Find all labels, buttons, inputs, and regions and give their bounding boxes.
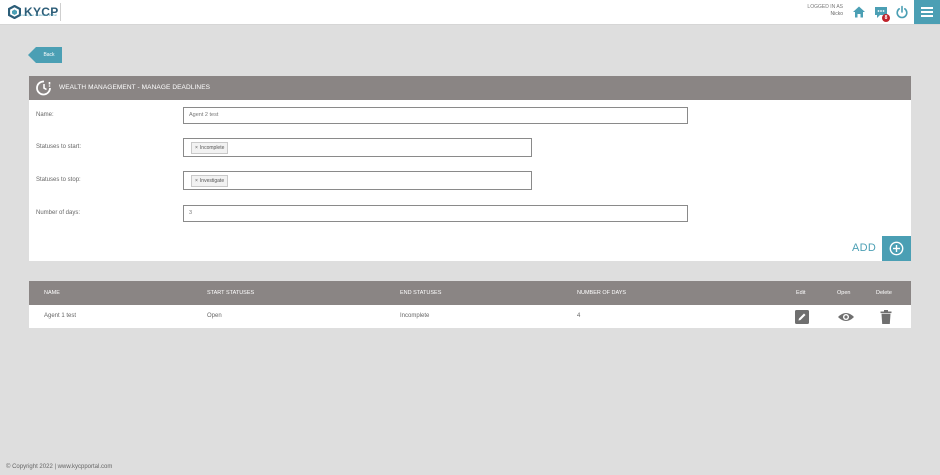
column-header-number-of-days: NUMBER OF DAYS xyxy=(577,290,627,296)
eye-icon[interactable] xyxy=(837,311,855,323)
name-input[interactable]: Agent 2 test xyxy=(183,107,688,124)
cell-start-statuses: Open xyxy=(207,313,222,319)
status-tag-label: Incomplete xyxy=(199,145,225,151)
number-of-days-label: Number of days: xyxy=(36,210,81,216)
logo-tagline: Know your Customer Portal xyxy=(20,13,57,17)
column-header-end-statuses: END STATUSES xyxy=(400,290,442,296)
number-of-days-input[interactable]: 3 xyxy=(183,205,688,222)
home-icon[interactable] xyxy=(852,5,866,19)
cell-end-statuses: Incomplete xyxy=(400,313,430,319)
edit-icon[interactable] xyxy=(795,310,809,324)
statuses-stop-select[interactable]: × Investigate xyxy=(183,171,532,190)
tag-remove-icon[interactable]: × xyxy=(195,178,198,184)
add-label[interactable]: ADD xyxy=(852,242,876,254)
logged-in-info: LOGGED IN AS Nicko xyxy=(807,4,843,18)
manage-deadlines-panel: WEALTH MANAGEMENT - MANAGE DEADLINES Nam… xyxy=(29,76,911,261)
logged-in-label: LOGGED IN AS xyxy=(807,4,843,10)
add-button[interactable] xyxy=(882,236,911,261)
header-divider xyxy=(60,3,61,21)
plus-circle-icon xyxy=(889,241,904,256)
number-of-days-value: 3 xyxy=(189,210,193,216)
statuses-start-label: Statuses to start: xyxy=(36,144,82,150)
name-label: Name: xyxy=(36,112,54,118)
deadlines-table: NAME START STATUSES END STATUSES NUMBER … xyxy=(29,281,911,328)
hamburger-menu-icon[interactable] xyxy=(914,0,940,24)
kycp-logo[interactable]: KYCP xyxy=(8,3,59,21)
chat-icon[interactable]: 8 xyxy=(874,5,890,22)
statuses-start-select[interactable]: × Incomplete xyxy=(183,138,532,157)
tag-remove-icon[interactable]: × xyxy=(195,145,198,151)
footer-copyright: © Copyright 2022 | www.kycpportal.com xyxy=(6,464,113,470)
notification-badge: 8 xyxy=(882,14,890,22)
status-tag-label: Investigate xyxy=(199,178,225,184)
status-tag: × Investigate xyxy=(191,175,229,187)
column-header-open: Open xyxy=(837,290,851,296)
cell-name: Agent 1 test xyxy=(44,313,77,319)
panel-title: WEALTH MANAGEMENT - MANAGE DEADLINES xyxy=(59,84,211,91)
column-header-delete: Delete xyxy=(876,290,892,296)
panel-header: WEALTH MANAGEMENT - MANAGE DEADLINES xyxy=(29,76,911,100)
top-bar: KYCP Know your Customer Portal LOGGED IN… xyxy=(0,0,940,25)
column-header-edit: Edit xyxy=(796,290,806,296)
table-header: NAME START STATUSES END STATUSES NUMBER … xyxy=(29,281,911,305)
power-icon[interactable] xyxy=(895,5,909,19)
trash-icon[interactable] xyxy=(880,310,892,324)
column-header-start-statuses: START STATUSES xyxy=(207,290,255,296)
column-header-name: NAME xyxy=(44,290,60,296)
statuses-stop-label: Statuses to stop: xyxy=(36,177,81,183)
name-input-value: Agent 2 test xyxy=(189,112,219,118)
back-button[interactable]: Back xyxy=(28,47,62,63)
username: Nicko xyxy=(830,11,843,17)
clock-icon xyxy=(36,80,51,96)
status-tag: × Incomplete xyxy=(191,142,229,154)
cell-number-of-days: 4 xyxy=(577,313,581,319)
